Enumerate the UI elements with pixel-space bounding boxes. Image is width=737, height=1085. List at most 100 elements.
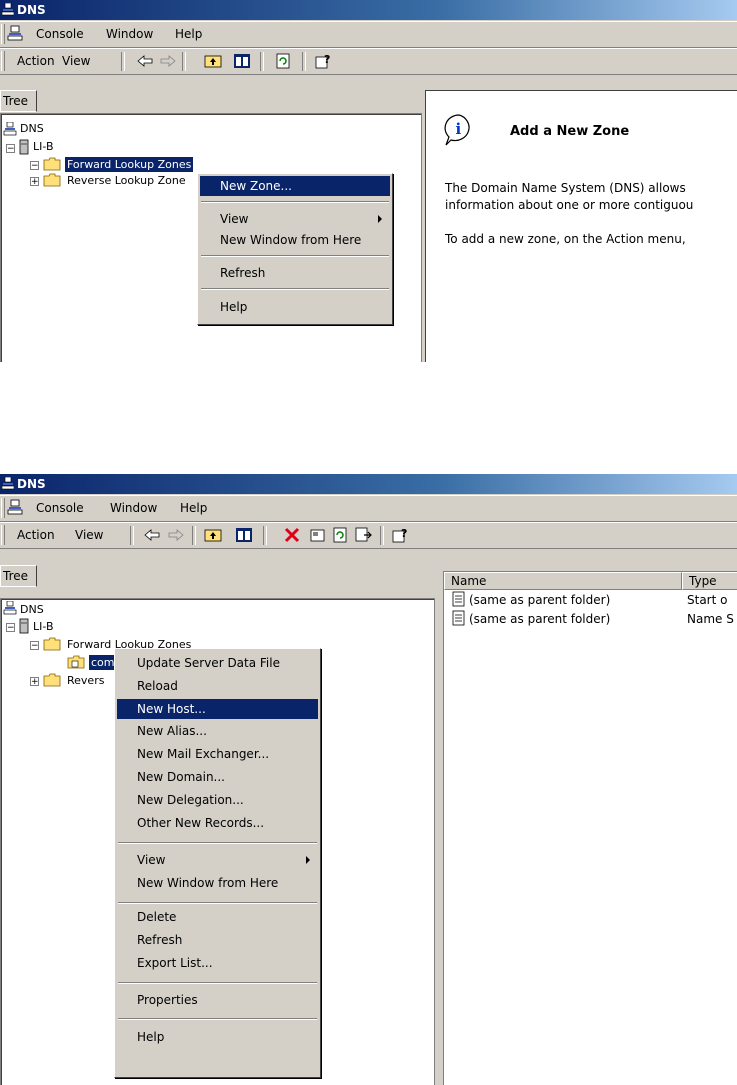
menu-item-update-server-data-file[interactable]: Update Server Data File bbox=[117, 653, 318, 673]
menu-separator bbox=[118, 842, 317, 844]
up-folder-icon[interactable] bbox=[204, 53, 222, 69]
window-title: DNS bbox=[17, 477, 46, 491]
refresh-icon[interactable] bbox=[275, 53, 293, 69]
info-icon: i bbox=[444, 114, 470, 146]
menu-item-new-window[interactable]: New Window from Here bbox=[200, 230, 390, 250]
tree-node-dns[interactable]: DNS bbox=[20, 602, 44, 617]
svg-text:i: i bbox=[456, 120, 462, 138]
info-heading: Add a New Zone bbox=[510, 124, 630, 139]
back-arrow-icon[interactable] bbox=[143, 527, 161, 543]
list-item-name[interactable]: (same as parent folder) bbox=[469, 592, 610, 608]
menu-separator bbox=[201, 288, 389, 290]
menu-grip[interactable] bbox=[1, 24, 5, 44]
menu-console[interactable]: Console bbox=[36, 501, 84, 515]
tree-node-reverse-lookup-zones[interactable]: Revers bbox=[67, 673, 104, 688]
info-pane: i Add a New Zone The Domain Name System … bbox=[425, 90, 737, 362]
menu-item-view-label: View bbox=[137, 853, 166, 867]
expand-toggle[interactable]: + bbox=[30, 677, 39, 687]
menu-item-export-list[interactable]: Export List... bbox=[117, 953, 318, 973]
tree-node-dns[interactable]: DNS bbox=[20, 121, 44, 136]
list-item-type: Name S bbox=[687, 612, 734, 626]
menu-item-other-new-records[interactable]: Other New Records... bbox=[117, 813, 318, 833]
menu-item-refresh[interactable]: Refresh bbox=[117, 930, 318, 950]
svg-text:?: ? bbox=[401, 527, 407, 540]
show-tree-icon[interactable] bbox=[233, 53, 251, 69]
menu-item-help[interactable]: Help bbox=[117, 1027, 318, 1047]
menu-window[interactable]: Window bbox=[110, 501, 157, 515]
menu-item-refresh[interactable]: Refresh bbox=[200, 263, 390, 283]
menu-separator bbox=[201, 201, 389, 203]
help-icon[interactable]: ? bbox=[392, 527, 410, 543]
menu-item-new-domain[interactable]: New Domain... bbox=[117, 767, 318, 787]
tree-node-server[interactable]: LI-B bbox=[33, 619, 54, 634]
menu-console[interactable]: Console bbox=[36, 27, 84, 41]
menu-item-view[interactable]: View bbox=[117, 850, 318, 870]
up-folder-icon[interactable] bbox=[204, 527, 222, 543]
dns-window-top: DNS Console Window Help Action View ? Tr… bbox=[0, 0, 737, 362]
menu-bar: Console Window Help bbox=[0, 495, 737, 522]
menu-view[interactable]: View bbox=[62, 54, 90, 68]
info-text-line: To add a new zone, on the Action menu, bbox=[445, 232, 686, 246]
folder-icon bbox=[43, 637, 61, 651]
folder-icon bbox=[43, 173, 61, 187]
toolbar-separator bbox=[260, 52, 264, 71]
tree-node-forward-lookup-zones[interactable]: Forward Lookup Zones bbox=[65, 157, 194, 172]
menu-item-help[interactable]: Help bbox=[200, 297, 390, 317]
tree-node-reverse-lookup-zones[interactable]: Reverse Lookup Zone bbox=[67, 173, 186, 188]
menu-item-view[interactable]: View bbox=[200, 209, 390, 229]
list-item-type: Start o bbox=[687, 593, 728, 607]
menu-item-new-mail-exchanger[interactable]: New Mail Exchanger... bbox=[117, 744, 318, 764]
menu-item-properties[interactable]: Properties bbox=[117, 990, 318, 1010]
menu-window[interactable]: Window bbox=[106, 27, 153, 41]
show-tree-icon[interactable] bbox=[235, 527, 253, 543]
menu-item-new-delegation[interactable]: New Delegation... bbox=[117, 790, 318, 810]
collapse-toggle[interactable]: − bbox=[30, 161, 39, 171]
menu-item-new-alias[interactable]: New Alias... bbox=[117, 721, 318, 741]
menu-item-new-zone[interactable]: New Zone... bbox=[200, 176, 390, 196]
menu-item-new-host[interactable]: New Host... bbox=[117, 699, 318, 719]
menu-view[interactable]: View bbox=[75, 528, 103, 542]
dns-server-icon bbox=[3, 122, 17, 136]
collapse-toggle[interactable]: − bbox=[6, 144, 15, 154]
collapse-toggle[interactable]: − bbox=[30, 641, 39, 651]
help-icon[interactable]: ? bbox=[315, 53, 333, 69]
forward-arrow-icon[interactable] bbox=[167, 527, 185, 543]
list-item-name[interactable]: (same as parent folder) bbox=[469, 611, 610, 627]
menu-help[interactable]: Help bbox=[180, 501, 207, 515]
info-text-line: The Domain Name System (DNS) allows bbox=[445, 181, 686, 195]
menu-separator bbox=[118, 1018, 317, 1020]
properties-icon[interactable] bbox=[309, 527, 327, 543]
refresh-icon[interactable] bbox=[332, 527, 350, 543]
tab-tree[interactable]: Tree bbox=[0, 565, 37, 587]
submenu-arrow-icon bbox=[378, 215, 382, 223]
menu-item-view-label: View bbox=[220, 212, 249, 226]
menu-action[interactable]: Action bbox=[17, 528, 55, 542]
toolbar-separator bbox=[182, 52, 186, 71]
expand-toggle[interactable]: + bbox=[30, 177, 39, 187]
record-icon bbox=[452, 591, 465, 607]
collapse-toggle[interactable]: − bbox=[6, 623, 15, 633]
tree-node-server[interactable]: LI-B bbox=[33, 139, 54, 154]
forward-arrow-icon[interactable] bbox=[159, 53, 177, 69]
toolbar: Action View ? bbox=[0, 522, 737, 549]
menu-item-delete[interactable]: Delete bbox=[117, 907, 318, 927]
toolbar-grip[interactable] bbox=[1, 525, 5, 545]
menu-help[interactable]: Help bbox=[175, 27, 202, 41]
info-text-line: information about one or more contiguou bbox=[445, 198, 694, 212]
column-header-type[interactable]: Type bbox=[682, 572, 737, 590]
toolbar-grip[interactable] bbox=[1, 51, 5, 71]
tree-node-zone-com[interactable]: com bbox=[89, 655, 117, 670]
column-header-name[interactable]: Name bbox=[444, 572, 682, 590]
title-bar: DNS bbox=[0, 474, 737, 494]
menu-separator bbox=[118, 902, 317, 904]
menu-action[interactable]: Action bbox=[17, 54, 55, 68]
menu-grip[interactable] bbox=[1, 498, 5, 518]
tab-tree[interactable]: Tree bbox=[0, 90, 37, 112]
delete-icon[interactable] bbox=[283, 527, 301, 543]
toolbar-separator bbox=[263, 526, 267, 545]
export-icon[interactable] bbox=[355, 527, 373, 543]
back-arrow-icon[interactable] bbox=[136, 53, 154, 69]
menu-item-reload[interactable]: Reload bbox=[117, 676, 318, 696]
menu-item-new-window[interactable]: New Window from Here bbox=[117, 873, 318, 893]
toolbar-separator bbox=[192, 526, 196, 545]
